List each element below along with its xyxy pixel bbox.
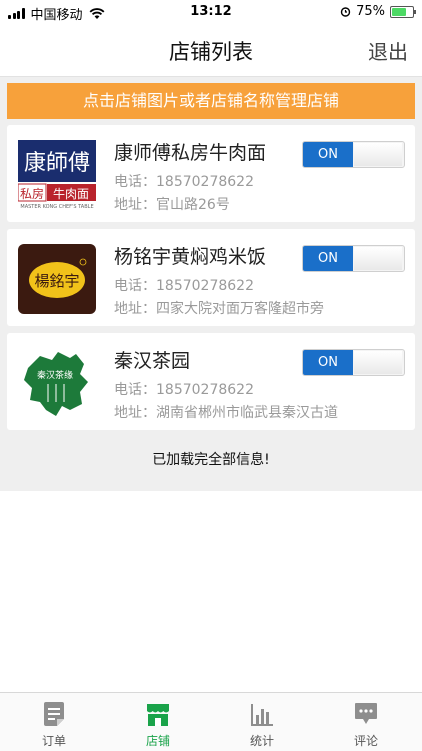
svg-text:私房: 私房 [20, 186, 44, 201]
toggle-knob [354, 247, 402, 270]
shop-name[interactable]: 康师傅私房牛肉面 [114, 138, 266, 165]
comments-icon [355, 703, 377, 724]
toggle-knob [354, 143, 402, 166]
shop-logo-yangmingyu[interactable]: 楊銘宇 [18, 244, 96, 314]
toggle-on-label: ON [303, 246, 353, 271]
tab-comments[interactable]: 评论 [314, 693, 418, 751]
shop-phone: 电话：18570278622 [114, 174, 254, 190]
shop-name[interactable]: 秦汉茶园 [114, 346, 190, 373]
status-right: 75% [340, 4, 416, 19]
shop-status-toggle[interactable]: ON [302, 245, 405, 272]
tab-bar: 订单 店铺 统计 评论 [0, 692, 422, 751]
stats-icon [251, 704, 273, 726]
svg-text:康師傅: 康師傅 [24, 151, 90, 176]
shop-phone: 电话：18570278622 [114, 382, 254, 398]
tab-label: 店铺 [145, 734, 170, 748]
hint-banner: 点击店铺图片或者店铺名称管理店铺 [7, 83, 415, 119]
shop-icon [147, 704, 169, 726]
svg-text:秦汉茶缘: 秦汉茶缘 [37, 369, 73, 381]
tab-label: 评论 [353, 734, 378, 748]
shop-logo-kangshifu[interactable]: 康師傅 私房 牛肉面 MASTER KONG CHEF'S TABLE [18, 140, 96, 210]
logout-button[interactable]: 退出 [368, 36, 408, 65]
shop-list: 点击店铺图片或者店铺名称管理店铺 康師傅 私房 牛肉面 MASTER KONG … [0, 77, 422, 491]
shop-card: 楊銘宇 杨铭宇黄焖鸡米饭 电话：18570278622 地址：四家大院对面万客隆… [7, 229, 415, 326]
tab-stats[interactable]: 统计 [210, 693, 314, 751]
tab-label: 订单 [41, 734, 66, 748]
shop-name[interactable]: 杨铭宇黄焖鸡米饭 [114, 242, 266, 269]
tab-orders[interactable]: 订单 [2, 693, 106, 751]
loaded-all-message: 已加载完全部信息! [152, 452, 270, 468]
svg-text:楊銘宇: 楊銘宇 [34, 272, 79, 290]
shop-status-toggle[interactable]: ON [302, 349, 405, 376]
shop-card: 秦汉茶缘 秦汉茶园 电话：18570278622 地址：湖南省郴州市临武县秦汉古… [7, 333, 415, 430]
alarm-icon [340, 7, 351, 17]
svg-text:牛肉面: 牛肉面 [53, 186, 89, 201]
shop-address: 地址：四家大院对面万客隆超市旁 [114, 301, 324, 317]
shop-address: 地址：官山路26号 [114, 197, 230, 213]
toggle-knob [354, 351, 402, 374]
svg-text:MASTER KONG CHEF'S TABLE: MASTER KONG CHEF'S TABLE [20, 204, 93, 210]
shop-status-toggle[interactable]: ON [302, 141, 405, 168]
tab-label: 统计 [249, 734, 274, 748]
page-title: 店铺列表 [169, 40, 253, 64]
toggle-on-label: ON [303, 142, 353, 167]
toggle-on-label: ON [303, 350, 353, 375]
tab-shops[interactable]: 店铺 [106, 693, 210, 751]
battery-icon [390, 5, 416, 18]
orders-icon [44, 702, 64, 726]
nav-bar: 店铺列表 退出 [0, 24, 422, 77]
shop-card: 康師傅 私房 牛肉面 MASTER KONG CHEF'S TABLE 康师傅私… [7, 125, 415, 222]
battery-percent: 75% [356, 4, 385, 19]
status-bar: 中国移动 13:12 75% [0, 0, 422, 24]
shop-phone: 电话：18570278622 [114, 278, 254, 294]
shop-logo-qinhan[interactable]: 秦汉茶缘 [18, 348, 96, 418]
shop-address: 地址：湖南省郴州市临武县秦汉古道 [114, 405, 338, 421]
